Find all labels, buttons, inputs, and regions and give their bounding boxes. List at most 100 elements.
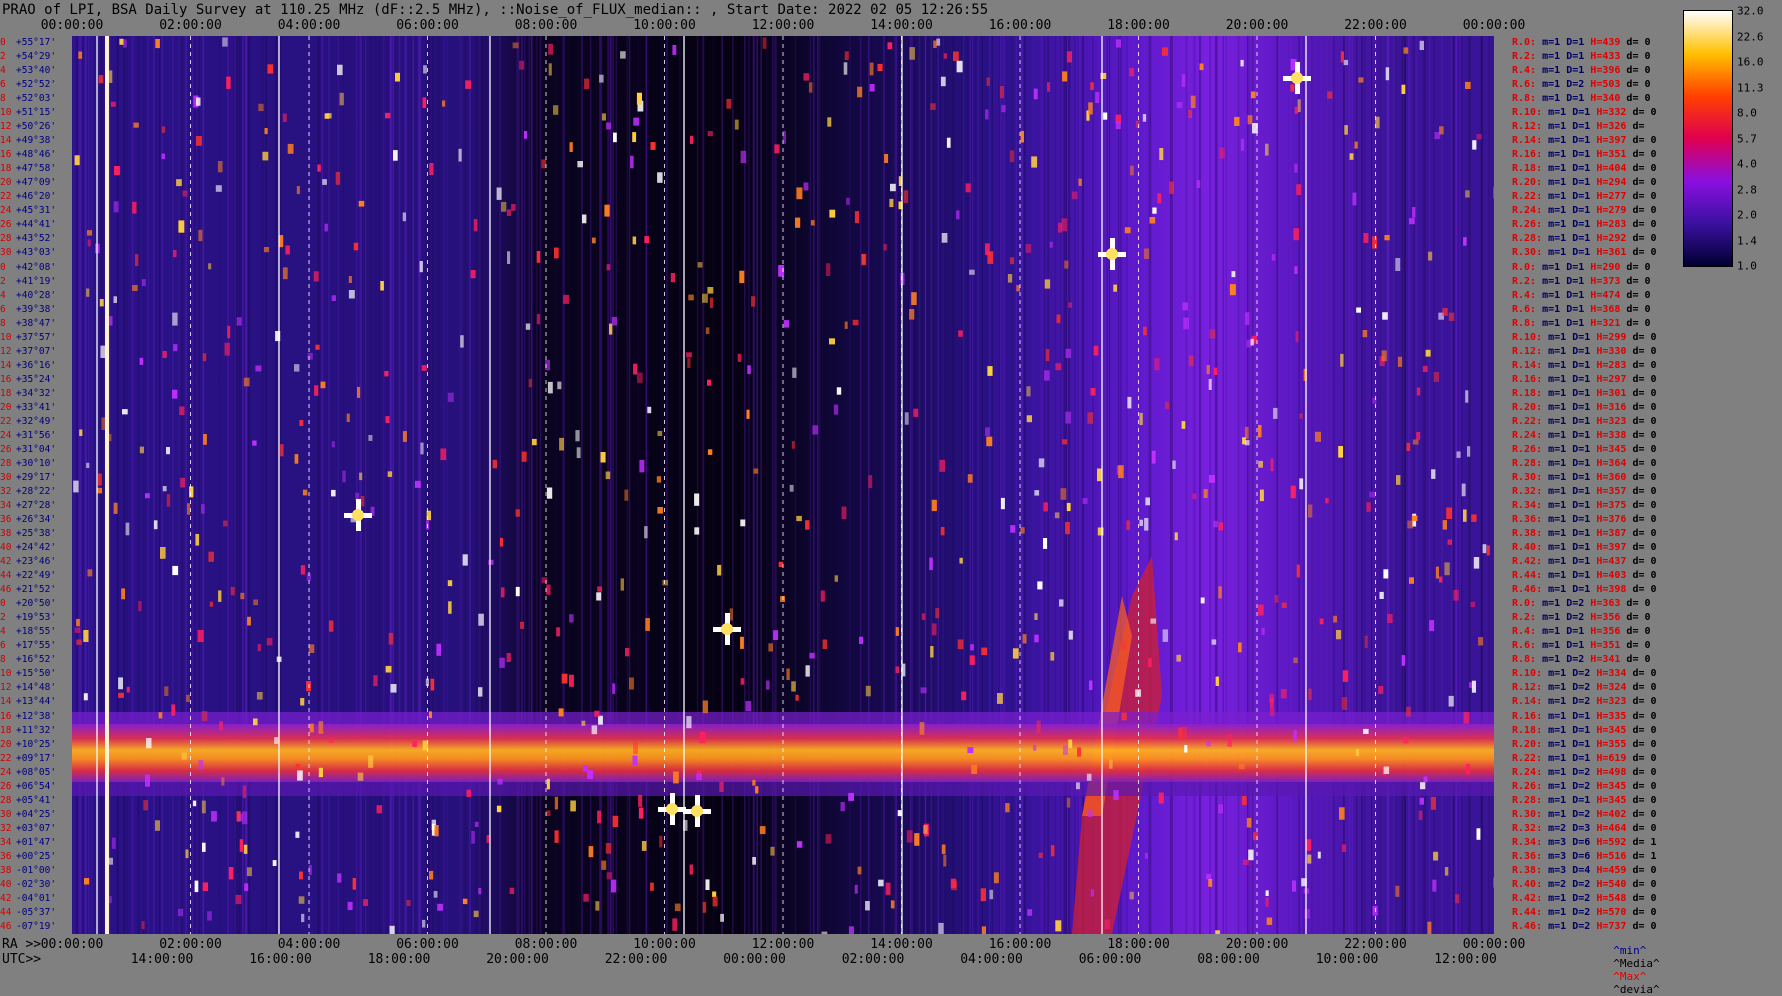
receiver-h: H=330 [1596, 345, 1633, 357]
dec-index: 20 [0, 738, 12, 750]
ra-tick-label: 00:00:00 [40, 937, 104, 952]
receiver-devia: d= 0 [1632, 542, 1663, 554]
receiver-row: R.28: m=1 D=1 H=345 d= 0 [1512, 794, 1663, 808]
receiver-devia: d= 0 [1632, 457, 1663, 469]
receiver-m: m=1 [1542, 79, 1567, 91]
receiver-d: D=1 [1572, 752, 1597, 764]
dec-index: 34 [0, 836, 12, 848]
dec-value: +12°38' [16, 710, 57, 722]
receiver-d: D=1 [1566, 275, 1591, 287]
dec-value: +18°55' [16, 626, 57, 638]
receiver-h: H=503 [1590, 79, 1627, 91]
receiver-h: H=332 [1596, 107, 1633, 119]
dec-index: 42 [0, 556, 12, 568]
dec-index: 26 [0, 443, 12, 455]
dec-index: 20 [0, 401, 12, 413]
dec-index: 4 [0, 65, 6, 77]
top-tick-label: 08:00:00 [514, 18, 578, 33]
ra-tick-label: 20:00:00 [1225, 937, 1289, 952]
receiver-id: R.16: [1512, 710, 1549, 722]
utc-axis-prefix: UTC>> [2, 952, 42, 967]
receiver-row: R.8: m=1 D=1 H=321 d= 0 [1512, 317, 1657, 331]
ra-tick-label: 08:00:00 [514, 937, 578, 952]
dec-index: 2 [0, 51, 6, 63]
receiver-m: m=1 [1548, 359, 1573, 371]
receiver-id: R.14: [1512, 135, 1549, 147]
dec-value: +44°41' [16, 219, 57, 231]
receiver-m: m=1 [1542, 261, 1567, 273]
receiver-m: m=1 [1548, 808, 1573, 820]
receiver-d: D=1 [1572, 345, 1597, 357]
receiver-id: R.24: [1512, 429, 1549, 441]
receiver-h: H=340 [1590, 93, 1627, 105]
receiver-row: R.16: m=1 D=1 H=351 d= 0 [1512, 148, 1663, 162]
receiver-row: R.34: m=1 D=1 H=375 d= 0 [1512, 499, 1663, 513]
dec-index: 0 [0, 37, 6, 48]
receiver-h: H=398 [1596, 584, 1633, 596]
utc-tick-label: 04:00:00 [960, 952, 1023, 967]
dec-value: +14°48' [16, 682, 57, 694]
receiver-m: m=3 [1548, 864, 1573, 876]
receiver-d: D=6 [1572, 836, 1597, 848]
top-tick-label: 14:00:00 [870, 18, 933, 33]
receiver-m: m=1 [1548, 710, 1573, 722]
receiver-id: R.18: [1512, 163, 1549, 175]
utc-tick-label: 02:00:00 [841, 952, 905, 967]
receiver-m: m=1 [1548, 584, 1573, 596]
dec-index: 26 [0, 219, 12, 231]
dec-value: +11°32' [16, 724, 57, 736]
receiver-row: R.14: m=1 D=2 H=323 d= 0 [1512, 695, 1663, 709]
dec-index: 4 [0, 289, 6, 301]
dec-value: +27°28' [16, 500, 57, 512]
receiver-id: R.14: [1512, 359, 1549, 371]
receiver-row: R.14: m=1 D=1 H=283 d= 0 [1512, 359, 1663, 373]
top-tick-label: 12:00:00 [751, 18, 815, 33]
colorbar-tick-label: 2.8 [1737, 183, 1757, 196]
utc-tick-label: 20:00:00 [486, 952, 549, 967]
dec-index: 44 [0, 906, 12, 918]
receiver-devia: d= 0 [1632, 906, 1663, 918]
receiver-id: R.8: [1512, 317, 1543, 329]
receiver-m: m=1 [1548, 514, 1573, 526]
receiver-d: D=1 [1572, 233, 1597, 245]
receiver-devia: d= 0 [1632, 808, 1663, 820]
receiver-devia: d= 0 [1632, 528, 1663, 540]
receiver-h: H=351 [1596, 149, 1633, 161]
receiver-row: R.24: m=1 D=2 H=498 d= 0 [1512, 766, 1663, 780]
receiver-devia: d= 0 [1632, 443, 1663, 455]
receiver-m: m=1 [1542, 289, 1567, 301]
receiver-devia: d= 0 [1626, 626, 1657, 638]
receiver-d: D=2 [1572, 808, 1597, 820]
receiver-d: D=1 [1572, 528, 1597, 540]
receiver-d: D=1 [1572, 163, 1597, 175]
receiver-devia: d= 0 [1632, 752, 1663, 764]
top-tick-label: 00:00:00 [1462, 18, 1526, 33]
colorbar-tick-label: 8.0 [1737, 106, 1757, 120]
dec-value: +05°41' [16, 794, 57, 806]
receiver-d: D=1 [1572, 149, 1597, 161]
receiver-row: R.4: m=1 D=1 H=356 d= 0 [1512, 625, 1657, 639]
dec-index: 12 [0, 345, 12, 357]
receiver-m: m=1 [1548, 542, 1573, 554]
dec-value: +29°17' [16, 471, 57, 483]
receiver-m: m=2 [1548, 878, 1573, 890]
dec-index: 30 [0, 247, 12, 259]
dec-index: 32 [0, 822, 12, 834]
receiver-devia: d= 0 [1632, 415, 1663, 427]
receiver-row: R.22: m=1 D=1 H=277 d= 0 [1512, 190, 1663, 204]
receiver-m: m=3 [1548, 836, 1573, 848]
dec-index: 22 [0, 415, 12, 427]
receiver-id: R.6: [1512, 640, 1543, 652]
dec-value: +10°25' [16, 738, 57, 750]
ra-tick-label: 12:00:00 [751, 937, 815, 952]
dec-index: 30 [0, 471, 12, 483]
receiver-row: R.26: m=1 D=1 H=345 d= 0 [1512, 443, 1663, 457]
dec-value: +31°56' [16, 429, 57, 441]
receiver-devia: d= 0 [1626, 275, 1657, 287]
top-tick-label: 20:00:00 [1225, 18, 1289, 33]
receiver-id: R.22: [1512, 752, 1549, 764]
receiver-h: H=464 [1596, 822, 1633, 834]
receiver-d: D=1 [1572, 219, 1597, 231]
receiver-row: R.28: m=1 D=1 H=292 d= 0 [1512, 232, 1663, 246]
receiver-row: R.40: m=2 D=2 H=540 d= 0 [1512, 878, 1663, 892]
